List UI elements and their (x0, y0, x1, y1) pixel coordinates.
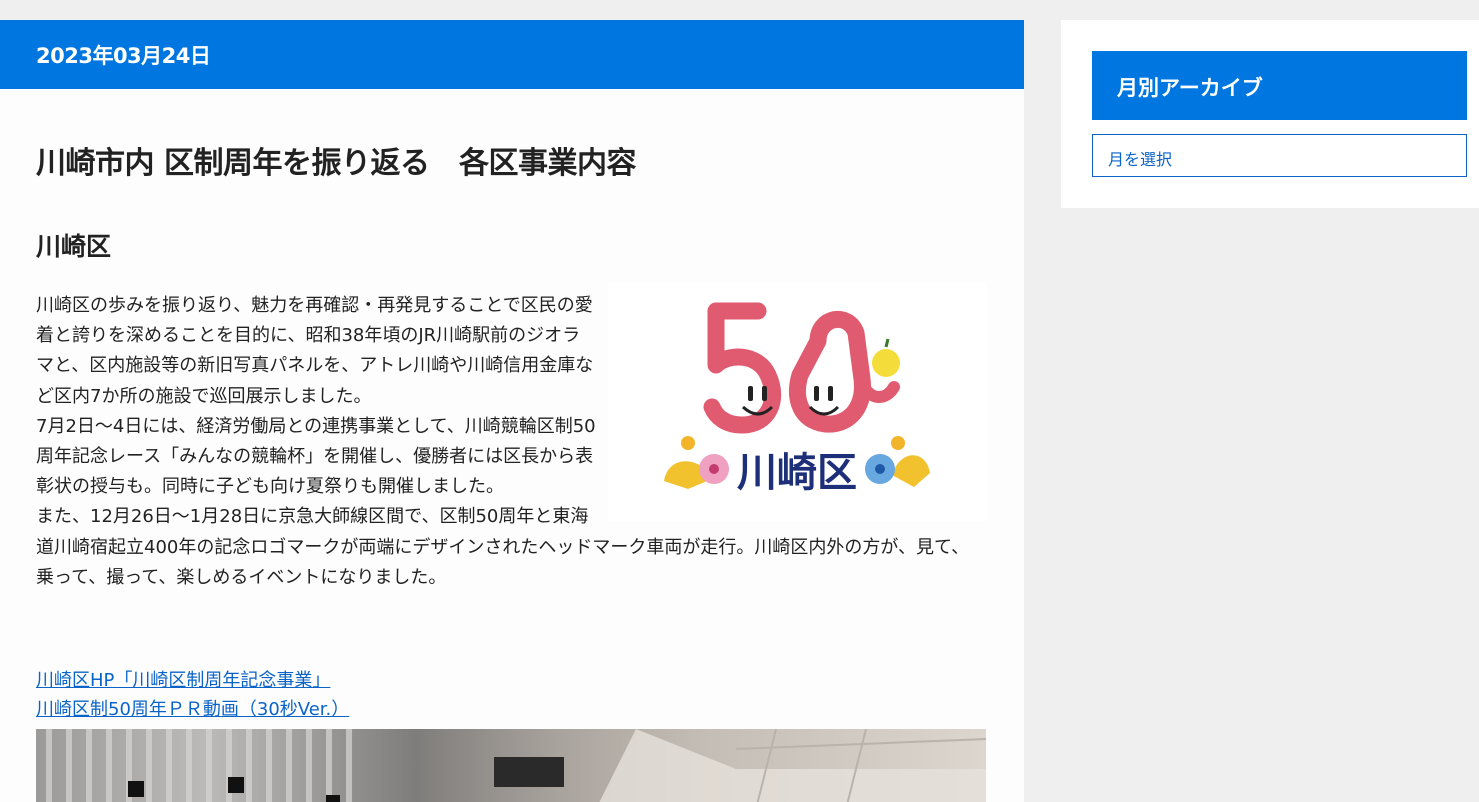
month-select[interactable]: 月を選択 (1092, 134, 1467, 177)
kawasaki-ward-50th-logo: 川崎区 (608, 283, 986, 521)
post-date: 2023年03月24日 (0, 20, 1024, 89)
article-body: 川崎区 川崎区の歩みを振り返り、魅力を再確認・再発見することで区民の愛着と誇りを… (36, 283, 986, 593)
monthly-archive-title: 月別アーカイブ (1092, 51, 1467, 120)
event-photo (36, 729, 986, 802)
sidebar: 月別アーカイブ 月を選択 (1061, 20, 1479, 208)
paragraph-2: 7月2日〜4日には、経済労働局との連携事業として、川崎競輪区制50周年記念レース… (36, 415, 596, 498)
section-title: 川崎区 (36, 232, 112, 261)
related-links: 川崎区HP「川崎区制周年記念事業」 川崎区制50周年ＰＲ動画（30秒Ver.） (36, 666, 349, 724)
link-kawasaki-ward-hp[interactable]: 川崎区HP「川崎区制周年記念事業」 (36, 666, 349, 695)
paragraph-1: 川崎区の歩みを振り返り、魅力を再確認・再発見することで区民の愛着と誇りを深めるこ… (36, 295, 594, 407)
main-content: 2023年03月24日 川崎市内 区制周年を振り返る 各区事業内容 川崎区 川崎… (0, 20, 1024, 802)
article-title: 川崎市内 区制周年を振り返る 各区事業内容 (36, 146, 636, 181)
link-pr-video[interactable]: 川崎区制50周年ＰＲ動画（30秒Ver.） (36, 695, 349, 724)
logo-ward-name: 川崎区 (737, 450, 857, 496)
